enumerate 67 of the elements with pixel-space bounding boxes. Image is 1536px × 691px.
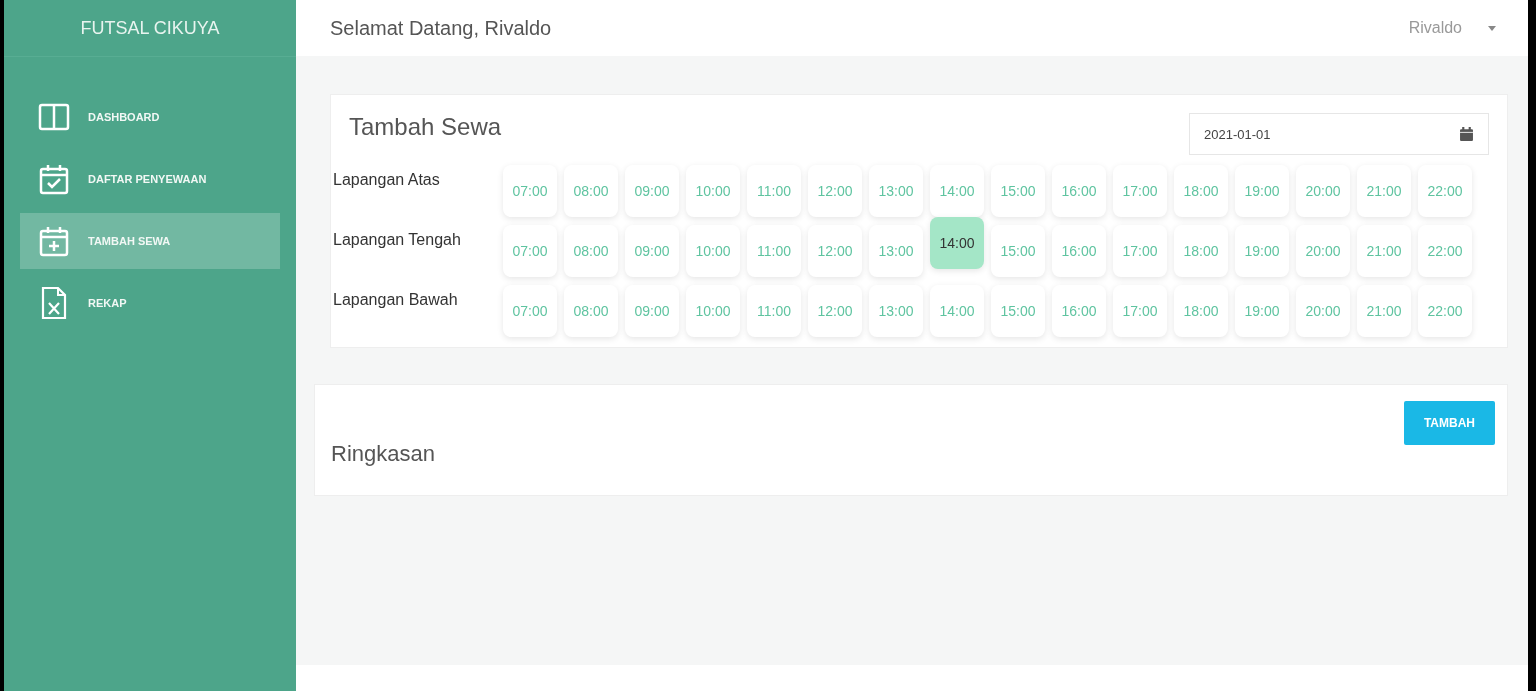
time-slot[interactable]: 08:00 bbox=[564, 165, 618, 217]
time-slot[interactable]: 12:00 bbox=[808, 225, 862, 277]
summary-title: Ringkasan bbox=[331, 441, 435, 467]
time-slot[interactable]: 20:00 bbox=[1296, 165, 1350, 217]
time-slot[interactable]: 13:00 bbox=[869, 225, 923, 277]
court-name: Lapangan Atas bbox=[333, 170, 441, 189]
time-slot[interactable]: 11:00 bbox=[747, 285, 801, 337]
date-field[interactable]: 2021-01-01 bbox=[1189, 113, 1489, 155]
time-slot[interactable]: 14:00 bbox=[930, 217, 984, 269]
time-slot[interactable]: 20:00 bbox=[1296, 225, 1350, 277]
time-slot[interactable]: 18:00 bbox=[1174, 165, 1228, 217]
time-slot[interactable]: 17:00 bbox=[1113, 165, 1167, 217]
columns-icon bbox=[38, 103, 70, 131]
time-slot[interactable]: 11:00 bbox=[747, 165, 801, 217]
time-slot[interactable]: 14:00 bbox=[930, 285, 984, 337]
time-slot[interactable]: 18:00 bbox=[1174, 285, 1228, 337]
time-slot[interactable]: 07:00 bbox=[503, 165, 557, 217]
time-slot[interactable]: 14:00 bbox=[930, 165, 984, 217]
time-slot[interactable]: 09:00 bbox=[625, 285, 679, 337]
time-slot[interactable]: 10:00 bbox=[686, 285, 740, 337]
time-slot[interactable]: 12:00 bbox=[808, 165, 862, 217]
time-slot[interactable]: 08:00 bbox=[564, 225, 618, 277]
caret-icon bbox=[1488, 25, 1496, 31]
calendar-check-icon bbox=[38, 163, 70, 195]
time-slot[interactable]: 21:00 bbox=[1357, 285, 1411, 337]
sidebar-item[interactable]: DAFTAR PENYEWAAN bbox=[20, 151, 280, 207]
time-slot[interactable]: 21:00 bbox=[1357, 165, 1411, 217]
time-slot[interactable]: 19:00 bbox=[1235, 225, 1289, 277]
brand-title: FUTSAL CIKUYA bbox=[80, 17, 220, 39]
time-slot[interactable]: 15:00 bbox=[991, 225, 1045, 277]
time-slot[interactable]: 12:00 bbox=[808, 285, 862, 337]
time-slot[interactable]: 17:00 bbox=[1113, 225, 1167, 277]
time-slot[interactable]: 10:00 bbox=[686, 165, 740, 217]
time-slot[interactable]: 18:00 bbox=[1174, 225, 1228, 277]
user-menu[interactable]: Rivaldo bbox=[1402, 18, 1502, 38]
time-slot[interactable]: 15:00 bbox=[991, 285, 1045, 337]
time-slot[interactable]: 13:00 bbox=[869, 285, 923, 337]
time-slot[interactable]: 19:00 bbox=[1235, 165, 1289, 217]
court-name: Lapangan Tengah bbox=[333, 230, 462, 249]
time-slot[interactable]: 16:00 bbox=[1052, 225, 1106, 277]
time-slot[interactable]: 07:00 bbox=[503, 285, 557, 337]
calendar-icon bbox=[1460, 127, 1473, 141]
time-slot[interactable]: 22:00 bbox=[1418, 225, 1472, 277]
time-slot[interactable]: 08:00 bbox=[564, 285, 618, 337]
sidebar-item[interactable]: DASHBOARD bbox=[20, 89, 280, 145]
greeting-text: Selamat Datang, Rivaldo bbox=[330, 16, 552, 40]
time-slot[interactable]: 22:00 bbox=[1418, 285, 1472, 337]
calendar-plus-icon bbox=[38, 225, 70, 257]
time-slot[interactable]: 20:00 bbox=[1296, 285, 1350, 337]
time-slot[interactable]: 13:00 bbox=[869, 165, 923, 217]
sidebar-item[interactable]: TAMBAH SEWA bbox=[20, 213, 280, 269]
time-slot[interactable]: 21:00 bbox=[1357, 225, 1411, 277]
time-slot[interactable]: 17:00 bbox=[1113, 285, 1167, 337]
time-slot[interactable]: 19:00 bbox=[1235, 285, 1289, 337]
add-button[interactable]: TAMBAH bbox=[1403, 401, 1495, 445]
time-slot[interactable]: 22:00 bbox=[1418, 165, 1472, 217]
time-slot[interactable]: 09:00 bbox=[625, 225, 679, 277]
card-title: Tambah Sewa bbox=[349, 113, 502, 141]
time-slot[interactable]: 10:00 bbox=[686, 225, 740, 277]
time-slot[interactable]: 07:00 bbox=[503, 225, 557, 277]
time-slot[interactable]: 16:00 bbox=[1052, 285, 1106, 337]
court-name: Lapangan Bawah bbox=[333, 290, 459, 309]
time-slot[interactable]: 09:00 bbox=[625, 165, 679, 217]
time-slot[interactable]: 16:00 bbox=[1052, 165, 1106, 217]
sidebar-item[interactable]: REKAP bbox=[20, 275, 280, 331]
time-slot[interactable]: 15:00 bbox=[991, 165, 1045, 217]
time-slot[interactable]: 11:00 bbox=[747, 225, 801, 277]
